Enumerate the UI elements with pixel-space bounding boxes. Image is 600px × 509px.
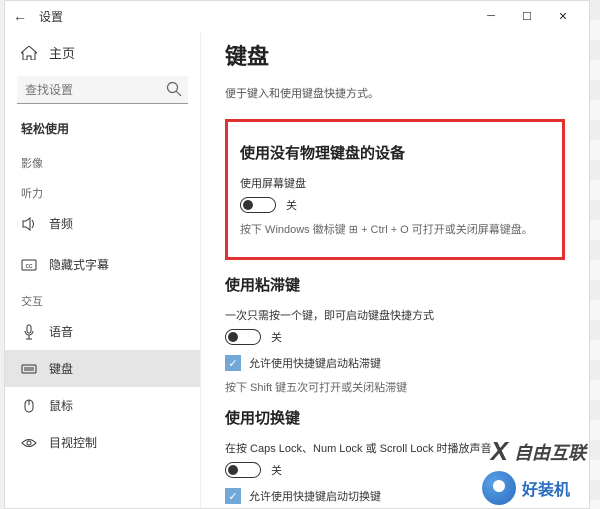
microphone-icon (21, 324, 37, 340)
sticky-check-label: 允许使用快捷键启动粘滞键 (249, 355, 381, 371)
brand-circle-icon (482, 471, 516, 505)
sidebar-item-audio[interactable]: 音频 (5, 205, 200, 242)
togglekeys-shortcut-checkbox[interactable]: ✓ (225, 488, 241, 504)
sticky-sub: 一次只需按一个键，即可启动键盘快捷方式 (225, 307, 565, 323)
sidebar-item-label: 目视控制 (49, 434, 97, 451)
svg-text:cc: cc (26, 263, 34, 270)
background-edge (590, 0, 600, 509)
sticky-hint: 按下 Shift 键五次可打开或关闭粘滞键 (225, 379, 565, 395)
search-box[interactable] (17, 76, 188, 104)
watermark-text: 自由互联 (514, 439, 586, 465)
sticky-toggle-state: 关 (271, 329, 282, 345)
sidebar-item-label: 音频 (49, 215, 73, 232)
minimize-button[interactable]: ─ (473, 2, 509, 30)
close-button[interactable]: ✕ (545, 2, 581, 30)
sidebar-item-captions[interactable]: cc 隐藏式字幕 (5, 246, 200, 283)
search-input[interactable] (17, 76, 188, 104)
osk-toggle[interactable] (240, 197, 276, 213)
watermark: X 自由互联 (491, 436, 586, 467)
watermark-x-icon: X (491, 436, 508, 467)
sidebar-item-keyboard[interactable]: 键盘 (5, 350, 200, 387)
sidebar-home-label: 主页 (49, 43, 75, 62)
sidebar-item-label: 隐藏式字幕 (49, 256, 109, 273)
togglekeys-toggle[interactable] (225, 462, 261, 478)
back-button[interactable]: ← (13, 8, 33, 24)
keyboard-icon (21, 361, 37, 377)
togglekeys-check-label: 允许使用快捷键启动切换键 (249, 488, 381, 504)
sidebar-item-mouse[interactable]: 鼠标 (5, 387, 200, 424)
section-osk-title: 使用没有物理键盘的设备 (240, 142, 550, 163)
sidebar-item-label: 键盘 (49, 360, 73, 377)
brand-text: 好装机 (522, 476, 570, 500)
section-toggle-title: 使用切换键 (225, 407, 565, 428)
sticky-toggle[interactable] (225, 329, 261, 345)
sidebar-cat-interaction: 交互 (5, 283, 200, 313)
mouse-icon (21, 398, 37, 414)
sidebar-group-label: 轻松使用 (5, 114, 200, 145)
section-sticky-title: 使用粘滞键 (225, 274, 565, 295)
osk-hint: 按下 Windows 徽标键 ⊞ + Ctrl + O 可打开或关闭屏幕键盘。 (240, 221, 550, 237)
sidebar-item-home[interactable]: 主页 (5, 35, 200, 70)
maximize-button[interactable]: ☐ (509, 2, 545, 30)
eye-icon (21, 435, 37, 451)
page-description: 便于键入和使用键盘快捷方式。 (225, 85, 565, 101)
sidebar-item-label: 鼠标 (49, 397, 73, 414)
search-icon (166, 81, 182, 97)
sidebar-cat-vision: 影像 (5, 145, 200, 175)
home-icon (21, 46, 37, 60)
sidebar-cat-hearing: 听力 (5, 175, 200, 205)
sidebar-item-eye-control[interactable]: 目视控制 (5, 424, 200, 461)
togglekeys-state: 关 (271, 462, 282, 478)
osk-label: 使用屏幕键盘 (240, 175, 550, 191)
brand-badge: 好装机 (482, 471, 570, 505)
captions-icon: cc (21, 257, 37, 273)
sidebar-item-label: 语音 (49, 323, 73, 340)
osk-toggle-state: 关 (286, 197, 297, 213)
window-title: 设置 (39, 8, 473, 25)
speaker-icon (21, 216, 37, 232)
sidebar-item-speech[interactable]: 语音 (5, 313, 200, 350)
page-title: 键盘 (225, 39, 565, 71)
sticky-shortcut-checkbox[interactable]: ✓ (225, 355, 241, 371)
highlighted-section: 使用没有物理键盘的设备 使用屏幕键盘 关 按下 Windows 徽标键 ⊞ + … (225, 119, 565, 260)
